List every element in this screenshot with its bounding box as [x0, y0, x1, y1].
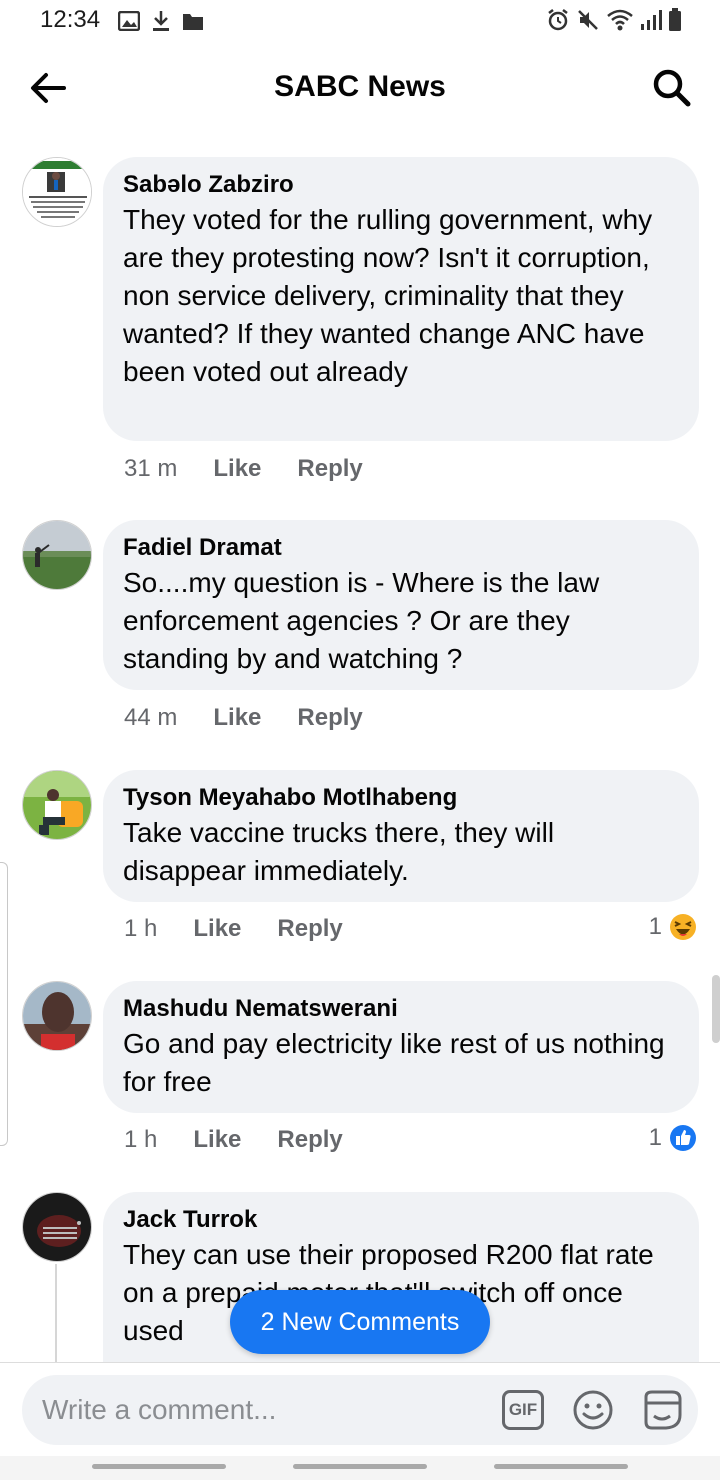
reaction-count: 1 — [648, 913, 662, 940]
nav-back[interactable] — [494, 1464, 628, 1469]
reaction-count: 1 — [648, 1124, 662, 1151]
reply-button[interactable]: Reply — [277, 915, 342, 943]
comment-time[interactable]: 1 h — [124, 1126, 157, 1154]
comment-actions: 44 m Like Reply — [124, 704, 363, 732]
alarm-icon — [548, 9, 568, 31]
comment-bubble[interactable]: Fadiel Dramat So....my question is - Whe… — [103, 520, 699, 690]
reply-button[interactable]: Reply — [297, 455, 362, 483]
comment-author[interactable]: Fadiel Dramat — [123, 532, 679, 564]
comment-bubble[interactable]: Mashudu Nematswerani Go and pay electric… — [103, 981, 699, 1113]
reaction-summary[interactable]: 1 — [649, 1123, 698, 1153]
status-bar: 12:34 — [0, 0, 720, 44]
new-comments-button[interactable]: 2 New Comments — [230, 1290, 490, 1354]
avatar-image — [23, 521, 91, 589]
sticker-icon — [644, 1390, 682, 1430]
comment-time[interactable]: 44 m — [124, 704, 177, 732]
folder-icon — [183, 14, 203, 30]
sticker-button[interactable] — [640, 1389, 684, 1431]
avatar[interactable] — [22, 981, 92, 1051]
comment-author[interactable]: Sabəlo Zabziro — [123, 169, 679, 201]
reply-thread-line — [55, 1264, 57, 1364]
status-time: 12:34 — [40, 6, 101, 33]
download-icon — [153, 11, 169, 31]
comment-input[interactable] — [42, 1391, 462, 1429]
comment-bubble[interactable]: Tyson Meyahabo Motlhabeng Take vaccine t… — [103, 770, 699, 902]
avatar-image — [23, 1193, 91, 1261]
comment-text: Take vaccine trucks there, they will dis… — [123, 817, 555, 886]
haha-reaction-icon — [670, 914, 696, 940]
like-button[interactable]: Like — [213, 455, 261, 483]
status-left-icons — [118, 10, 204, 32]
comment-text: So....my question is - Where is the law … — [123, 567, 600, 674]
signal-icon — [641, 10, 662, 30]
like-reaction-icon — [670, 1125, 696, 1151]
emoji-icon — [573, 1390, 613, 1430]
avatar-image — [23, 158, 91, 226]
like-button[interactable]: Like — [193, 915, 241, 943]
emoji-button[interactable] — [572, 1389, 614, 1431]
edge-panel-handle[interactable] — [0, 862, 8, 1146]
avatar-image — [23, 982, 91, 1050]
like-button[interactable]: Like — [213, 704, 261, 732]
scrollbar[interactable] — [712, 975, 720, 1043]
comment-author[interactable]: Mashudu Nematswerani — [123, 993, 679, 1025]
nav-recents[interactable] — [92, 1464, 226, 1469]
comment-composer: GIF — [22, 1375, 698, 1445]
avatar-image — [23, 771, 91, 839]
page-title: SABC News — [274, 70, 446, 103]
avatar[interactable] — [22, 1192, 92, 1262]
mute-icon — [578, 10, 598, 30]
nav-home[interactable] — [293, 1464, 427, 1469]
comment-text: Go and pay electricity like rest of us n… — [123, 1028, 665, 1097]
avatar[interactable] — [22, 770, 92, 840]
comment-author[interactable]: Tyson Meyahabo Motlhabeng — [123, 782, 679, 814]
image-icon — [118, 11, 140, 31]
wifi-icon — [607, 9, 633, 31]
reply-button[interactable]: Reply — [277, 1126, 342, 1154]
like-button[interactable]: Like — [193, 1126, 241, 1154]
comment-actions: 1 h Like Reply — [124, 1126, 343, 1154]
comment-actions: 1 h Like Reply — [124, 915, 343, 943]
gif-button[interactable]: GIF — [502, 1390, 544, 1430]
status-right-icons — [546, 8, 682, 32]
battery-icon — [669, 8, 681, 31]
app-header: SABC News — [0, 44, 720, 136]
comment-text: They voted for the rulling government, w… — [123, 204, 653, 387]
composer-bar: GIF — [0, 1362, 720, 1456]
avatar[interactable] — [22, 520, 92, 590]
avatar[interactable] — [22, 157, 92, 227]
comment-time[interactable]: 31 m — [124, 455, 177, 483]
comment-actions: 31 m Like Reply — [124, 455, 363, 483]
comment-author[interactable]: Jack Turrok — [123, 1204, 679, 1236]
search-button[interactable] — [652, 68, 692, 108]
reply-button[interactable]: Reply — [297, 704, 362, 732]
reaction-summary[interactable]: 1 — [649, 912, 698, 942]
search-icon — [653, 69, 691, 107]
comment-bubble[interactable]: Sabəlo Zabziro They voted for the rullin… — [103, 157, 699, 441]
comment-time[interactable]: 1 h — [124, 915, 157, 943]
system-navigation-bar — [0, 1456, 720, 1480]
